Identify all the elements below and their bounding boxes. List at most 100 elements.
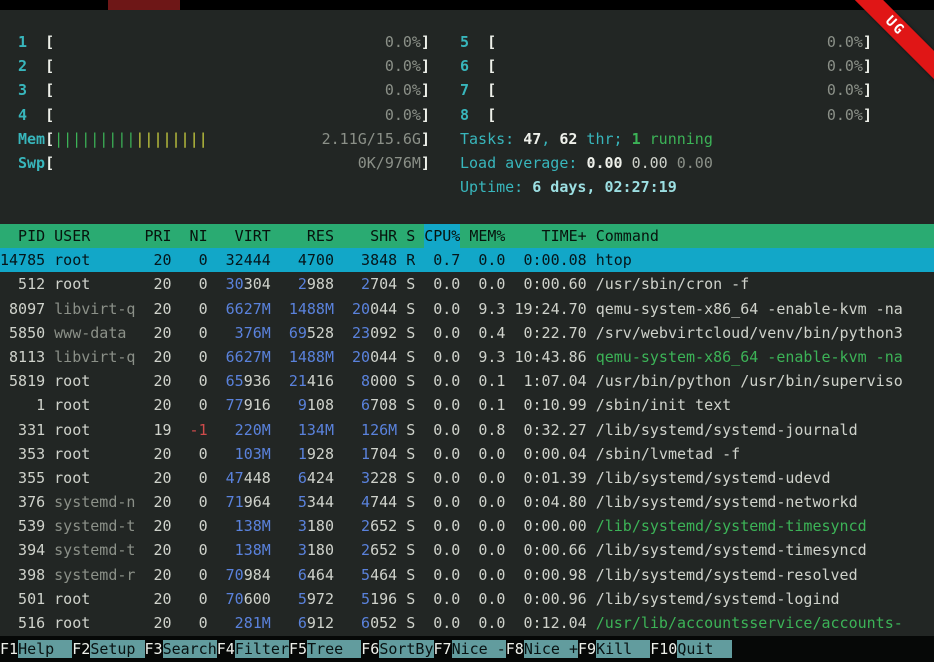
cpu-meter-5: 5[0.0%] (460, 30, 872, 54)
fn-key-label-f3: F3 (145, 640, 163, 658)
column-header-cmd[interactable]: Command (596, 224, 934, 248)
column-header-mem[interactable]: MEM% (469, 224, 505, 248)
fn-key-label-f4: F4 (217, 640, 235, 658)
process-row[interactable]: 5819root20065936214168000S0.00.11:07.04/… (0, 369, 934, 393)
cell-cpu: 0.7 (424, 248, 460, 272)
process-row[interactable]: 353root200103M19281704S0.00.00:00.04/sbi… (0, 442, 934, 466)
cell-time: 0:00.60 (514, 272, 586, 296)
fn-key-f1[interactable]: F1Help (0, 640, 72, 658)
cpu-meter-5-value: 0.0% (827, 30, 863, 54)
cell-shr: 8000 (343, 369, 397, 393)
cell-time: 0:01.39 (514, 466, 586, 490)
cell-virt: 71964 (217, 490, 271, 514)
swp-meter-label: Swp (18, 151, 45, 175)
process-row[interactable]: 355root2004744864243228S0.00.00:01.39/li… (0, 466, 934, 490)
fn-key-f5[interactable]: F5Tree (289, 640, 361, 658)
process-row[interactable]: 394systemd-t200138M31802652S0.00.00:00.6… (0, 538, 934, 562)
cell-cpu: 0.0 (424, 393, 460, 417)
column-header-user[interactable]: USER (54, 224, 135, 248)
column-header-shr[interactable]: SHR (343, 224, 397, 248)
cell-shr: 2652 (343, 514, 397, 538)
cell-res: 69528 (280, 321, 334, 345)
process-row[interactable]: 8113libvirt-q2006627M1488M20044S0.09.310… (0, 345, 934, 369)
fn-key-label-f8: F8 (506, 640, 524, 658)
cell-pri: 20 (144, 321, 171, 345)
cell-time: 10:43.86 (514, 345, 586, 369)
process-row[interactable]: 516root200281M69126052S0.00.00:12.04/usr… (0, 611, 934, 635)
cell-virt: 65936 (217, 369, 271, 393)
cell-res: 5972 (280, 587, 334, 611)
fn-key-f7[interactable]: F7Nice - (434, 640, 506, 658)
process-row[interactable]: 5850www-data200376M6952823092S0.00.40:22… (0, 321, 934, 345)
process-row[interactable]: 331root19-1220M134M126MS0.00.80:32.27/li… (0, 418, 934, 442)
cell-shr: 20044 (343, 345, 397, 369)
cell-cpu: 0.0 (424, 272, 460, 296)
fn-key-f6[interactable]: F6SortBy (361, 640, 433, 658)
column-header-time[interactable]: TIME+ (514, 224, 586, 248)
cell-cmd: /sbin/lvmetad -f (596, 442, 934, 466)
fn-key-f9[interactable]: F9Kill (578, 640, 650, 658)
process-row[interactable]: 512root2003030429882704S0.00.00:00.60/us… (0, 272, 934, 296)
cell-pri: 20 (144, 248, 171, 272)
process-row[interactable]: 14785root2003244447003848R0.70.00:00.08h… (0, 248, 934, 272)
cell-ni: -1 (181, 418, 208, 442)
cpu-meter-4-value: 0.0% (385, 103, 421, 127)
cell-time: 19:24.70 (514, 297, 586, 321)
cell-cmd: /lib/systemd/systemd-timesyncd (596, 514, 934, 538)
cell-user: root (54, 587, 135, 611)
cell-pid: 501 (0, 587, 45, 611)
column-header-s[interactable]: S (406, 224, 415, 248)
cell-mem: 0.4 (469, 321, 505, 345)
column-header-cpu[interactable]: CPU% (424, 224, 460, 248)
fn-key-f4[interactable]: F4Filter (217, 640, 289, 658)
cell-cpu: 0.0 (424, 587, 460, 611)
cpu-meter-6-label: 6 (460, 54, 487, 78)
fn-key-f3[interactable]: F3Search (145, 640, 217, 658)
cell-cpu: 0.0 (424, 442, 460, 466)
column-header-pid[interactable]: PID (0, 224, 45, 248)
cell-pid: 376 (0, 490, 45, 514)
cell-time: 0:00.04 (514, 442, 586, 466)
cell-s: S (406, 563, 415, 587)
process-row[interactable]: 8097libvirt-q2006627M1488M20044S0.09.319… (0, 297, 934, 321)
cell-user: systemd-t (54, 538, 135, 562)
process-row[interactable]: 376systemd-n2007196453444744S0.00.00:04.… (0, 490, 934, 514)
fn-key-f2[interactable]: F2Setup (72, 640, 144, 658)
cell-shr: 2704 (343, 272, 397, 296)
process-row[interactable]: 501root2007060059725196S0.00.00:00.96/li… (0, 587, 934, 611)
process-row[interactable]: 539systemd-t200138M31802652S0.00.00:00.0… (0, 514, 934, 538)
fn-action-label-f8: Nice + (524, 640, 578, 658)
process-row[interactable]: 1root2007791691086708S0.00.10:10.99/sbin… (0, 393, 934, 417)
cpu-meter-7-label: 7 (460, 78, 487, 102)
cell-pid: 14785 (0, 248, 45, 272)
fn-key-f10[interactable]: F10Quit (650, 640, 731, 658)
cell-mem: 0.0 (469, 272, 505, 296)
cpu-meter-3-label: 3 (18, 78, 45, 102)
column-header-ni[interactable]: NI (181, 224, 208, 248)
process-row[interactable]: 398systemd-r2007098464645464S0.00.00:00.… (0, 563, 934, 587)
cell-ni: 0 (181, 563, 208, 587)
cell-cpu: 0.0 (424, 514, 460, 538)
cell-cpu: 0.0 (424, 538, 460, 562)
cell-shr: 5196 (343, 587, 397, 611)
cell-s: S (406, 345, 415, 369)
fn-key-f8[interactable]: F8Nice + (506, 640, 578, 658)
cell-res: 6424 (280, 466, 334, 490)
cell-res: 6464 (280, 563, 334, 587)
column-header-pri[interactable]: PRI (144, 224, 171, 248)
top-bar-accent (108, 0, 180, 10)
cell-shr: 6052 (343, 611, 397, 635)
cell-mem: 0.0 (469, 490, 505, 514)
uptime: Uptime: 6 days, 02:27:19 (460, 175, 872, 199)
cell-mem: 0.0 (469, 563, 505, 587)
cell-s: R (406, 248, 415, 272)
column-header-virt[interactable]: VIRT (217, 224, 271, 248)
cell-cpu: 0.0 (424, 369, 460, 393)
column-header-res[interactable]: RES (280, 224, 334, 248)
cell-ni: 0 (181, 321, 208, 345)
cpu-meter-1: 1[0.0%] (18, 30, 430, 54)
cell-pri: 20 (144, 345, 171, 369)
cell-virt: 32444 (217, 248, 271, 272)
cell-time: 0:22.70 (514, 321, 586, 345)
cell-cmd: /lib/systemd/systemd-logind (596, 587, 934, 611)
